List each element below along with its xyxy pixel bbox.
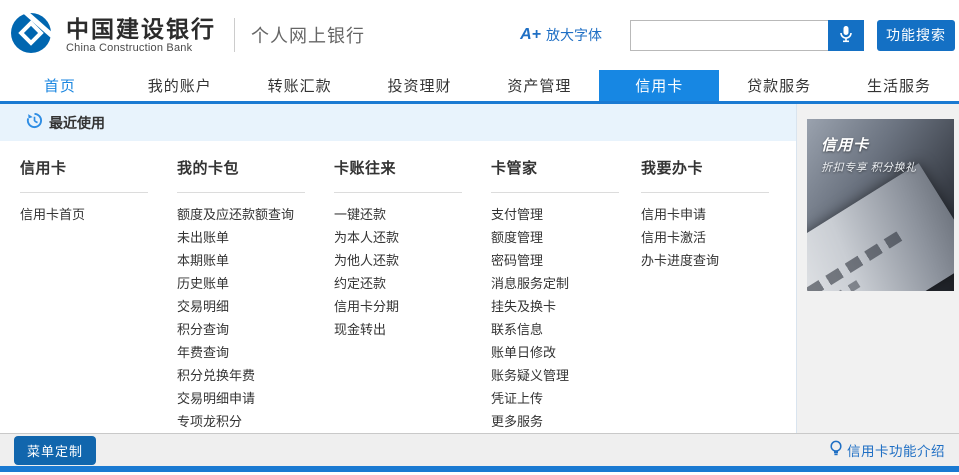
menu-item[interactable]: 账务疑义管理 (491, 364, 641, 387)
voice-search-button[interactable] (828, 20, 864, 51)
menu-item[interactable]: 现金转出 (334, 318, 491, 341)
menu-item[interactable]: 支付管理 (491, 203, 641, 226)
recently-used-label: 最近使用 (49, 113, 105, 133)
header-divider (234, 18, 235, 52)
enlarge-font-label: 放大字体 (546, 25, 602, 45)
column-header: 我的卡包 (177, 157, 305, 193)
menu-customize-button[interactable]: 菜单定制 (14, 436, 96, 465)
menu-item[interactable]: 联系信息 (491, 318, 641, 341)
font-zoom-icon: A+ (520, 26, 541, 44)
recently-used-bar: 最近使用 (0, 104, 796, 141)
search-input[interactable] (630, 20, 828, 51)
menu-item[interactable]: 额度管理 (491, 226, 641, 249)
credit-card-menu-panel: 最近使用 信用卡 信用卡首页 我的卡包 额度及应还款额查询 未出账单 本期账单 … (0, 104, 959, 433)
column-header: 我要办卡 (641, 157, 769, 193)
menu-item[interactable]: 历史账单 (177, 272, 334, 295)
tab-credit-card[interactable]: 信用卡 (599, 70, 719, 101)
tab-investment[interactable]: 投资理财 (360, 70, 480, 101)
menu-item[interactable]: 消息服务定制 (491, 272, 641, 295)
footer-strip (0, 466, 959, 472)
menu-item[interactable]: 挂失及换卡 (491, 295, 641, 318)
menu-item[interactable]: 信用卡申请 (641, 203, 796, 226)
menu-item[interactable]: 账单日修改 (491, 341, 641, 364)
credit-card-intro-link[interactable]: 信用卡功能介绍 (829, 440, 945, 460)
menu-item[interactable]: 未出账单 (177, 226, 334, 249)
menu-item[interactable]: 更多服务 (491, 410, 641, 433)
ccb-logo-icon (8, 9, 58, 61)
menu-column-apply-card: 我要办卡 信用卡申请 信用卡激活 办卡进度查询 (641, 157, 796, 433)
credit-card-image (807, 163, 954, 291)
side-panel: 信用卡 折扣专享 积分换礼 (797, 104, 959, 433)
header: 中国建设银行 China Construction Bank 个人网上银行 A+… (0, 0, 959, 70)
history-clock-icon (26, 112, 43, 134)
function-search: 功能搜索 (630, 20, 955, 51)
menu-item[interactable]: 信用卡激活 (641, 226, 796, 249)
menu-item[interactable]: 专项龙积分 (177, 410, 334, 433)
tab-loan-services[interactable]: 贷款服务 (719, 70, 839, 101)
menu-item[interactable]: 凭证上传 (491, 387, 641, 410)
microphone-icon (839, 25, 853, 46)
promo-title: 信用卡 (821, 134, 869, 155)
intro-link-label: 信用卡功能介绍 (847, 440, 945, 460)
tab-life-services[interactable]: 生活服务 (839, 70, 959, 101)
menu-item[interactable]: 积分查询 (177, 318, 334, 341)
column-header: 卡账往来 (334, 157, 462, 193)
portal-title: 个人网上银行 (251, 22, 365, 48)
menu-item[interactable]: 积分兑换年费 (177, 364, 334, 387)
menu-item[interactable]: 为他人还款 (334, 249, 491, 272)
credit-card-promo-banner[interactable]: 信用卡 折扣专享 积分换礼 (807, 119, 954, 291)
bank-name: 中国建设银行 China Construction Bank (66, 16, 216, 54)
menu-item[interactable]: 密码管理 (491, 249, 641, 272)
lightbulb-icon (829, 440, 847, 460)
bank-name-en: China Construction Bank (66, 42, 216, 54)
bank-brand: 中国建设银行 China Construction Bank (8, 9, 216, 61)
page: 中国建设银行 China Construction Bank 个人网上银行 A+… (0, 0, 959, 475)
menu-column-credit-card: 信用卡 信用卡首页 (20, 157, 177, 433)
enlarge-font-link[interactable]: A+ 放大字体 (520, 25, 602, 45)
menu-column-card-transactions: 卡账往来 一键还款 为本人还款 为他人还款 约定还款 信用卡分期 现金转出 (334, 157, 491, 433)
menu-item[interactable]: 办卡进度查询 (641, 249, 796, 272)
tab-transfer-remit[interactable]: 转账汇款 (240, 70, 360, 101)
column-header: 信用卡 (20, 157, 148, 193)
menu-item[interactable]: 额度及应还款额查询 (177, 203, 334, 226)
menu-item[interactable]: 信用卡分期 (334, 295, 491, 318)
menu-item[interactable]: 为本人还款 (334, 226, 491, 249)
main-nav: 首页 我的账户 转账汇款 投资理财 资产管理 信用卡 贷款服务 生活服务 (0, 70, 959, 104)
menu-item[interactable]: 交易明细 (177, 295, 334, 318)
promo-subtitle: 折扣专享 积分换礼 (821, 159, 917, 175)
menu-column-card-manager: 卡管家 支付管理 额度管理 密码管理 消息服务定制 挂失及换卡 联系信息 账单日… (491, 157, 641, 433)
tab-my-accounts[interactable]: 我的账户 (120, 70, 240, 101)
bottom-bar: 菜单定制 信用卡功能介绍 (0, 433, 959, 466)
tab-home[interactable]: 首页 (0, 70, 120, 101)
menu-item[interactable]: 一键还款 (334, 203, 491, 226)
column-header: 卡管家 (491, 157, 619, 193)
menu-item[interactable]: 信用卡首页 (20, 203, 177, 226)
function-search-button[interactable]: 功能搜索 (877, 20, 955, 51)
menu-item[interactable]: 约定还款 (334, 272, 491, 295)
menu-item[interactable]: 本期账单 (177, 249, 334, 272)
menu-item[interactable]: 交易明细申请 (177, 387, 334, 410)
menu-item[interactable]: 年费查询 (177, 341, 334, 364)
menu-column-my-cards: 我的卡包 额度及应还款额查询 未出账单 本期账单 历史账单 交易明细 积分查询 … (177, 157, 334, 433)
menu-area: 最近使用 信用卡 信用卡首页 我的卡包 额度及应还款额查询 未出账单 本期账单 … (0, 104, 797, 433)
menu-columns: 信用卡 信用卡首页 我的卡包 额度及应还款额查询 未出账单 本期账单 历史账单 … (0, 141, 796, 433)
bank-name-cn: 中国建设银行 (66, 16, 216, 42)
tab-asset-management[interactable]: 资产管理 (480, 70, 600, 101)
